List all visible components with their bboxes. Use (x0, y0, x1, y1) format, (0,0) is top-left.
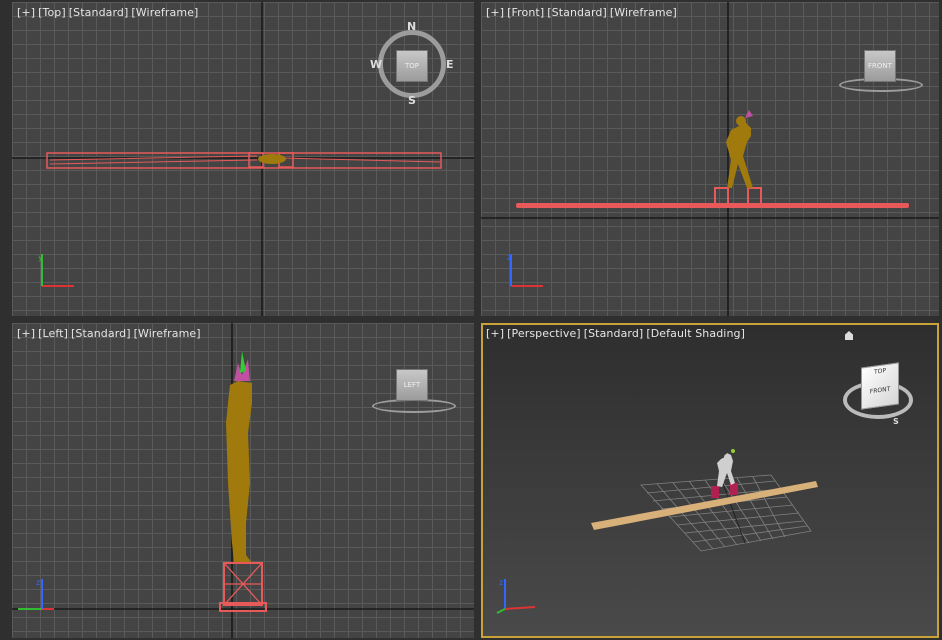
viewcube-top[interactable]: TOP (396, 50, 428, 82)
compass-west: W (370, 58, 383, 71)
viewport-layout: [+] [Top] [Standard] [Wireframe] TOP N S E … (0, 0, 942, 640)
viewcube-left[interactable]: LEFT (396, 369, 428, 401)
viewcube-ring[interactable] (372, 399, 456, 413)
axis-tripod: y (38, 253, 74, 287)
figure-left (226, 381, 252, 563)
figure-top-view (258, 154, 286, 164)
plank-front (516, 203, 909, 208)
axis-z-label: z (499, 578, 503, 587)
viewcube-perspective[interactable]: TOP FRONT (861, 362, 899, 410)
axis-tripod: z (507, 253, 543, 287)
viewcube-front[interactable]: FRONT (864, 50, 896, 82)
axis-tripod: z (18, 578, 54, 610)
compass-south: S (408, 94, 416, 107)
viewport-perspective[interactable]: [+] [Perspective] [Standard] [Default Shadi… (481, 323, 939, 638)
axis-y-label: y (38, 253, 43, 262)
figure-front (726, 118, 753, 188)
compass-north: N (407, 20, 417, 33)
viewport-top[interactable]: [+] [Top] [Standard] [Wireframe] TOP N S E … (12, 2, 474, 316)
axis-z-label: z (507, 253, 511, 262)
compass-south: S (893, 417, 899, 426)
compass-east: E (446, 58, 454, 71)
viewport-front[interactable]: [+] [Front] [Standard] [Wireframe] FRONT z (481, 2, 939, 316)
viewcube-face-top[interactable]: TOP (861, 365, 899, 377)
axis-tripod: z (496, 578, 535, 614)
viewcube-face-front[interactable]: FRONT (861, 384, 899, 396)
axis-z-label: z (36, 578, 40, 587)
viewport-left[interactable]: [+] [Left] [Standard] [Wireframe] LEFT z (12, 323, 474, 638)
